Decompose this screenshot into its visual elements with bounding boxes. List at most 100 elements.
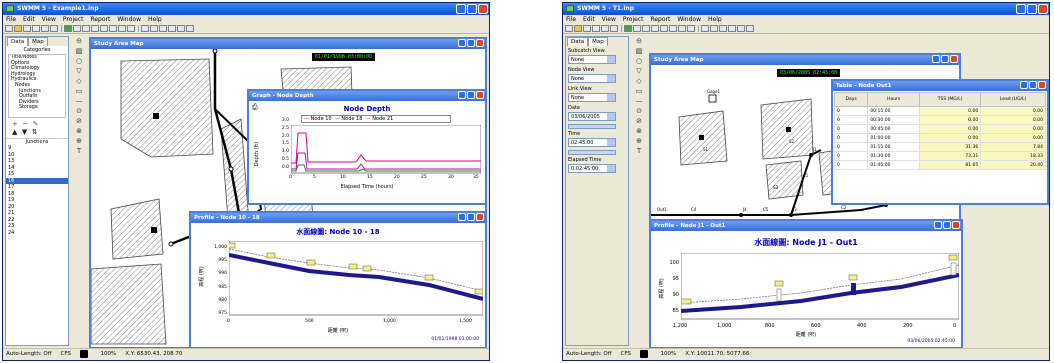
subcatchment-shape[interactable] (120, 58, 214, 158)
column-header[interactable]: Hours (867, 92, 921, 107)
menu-help[interactable]: Help (148, 16, 162, 23)
dropdown-arrow-icon[interactable] (607, 113, 615, 120)
pan-icon[interactable] (719, 25, 727, 32)
weir-tool-icon[interactable]: ⊗ (74, 127, 84, 136)
graph-icon[interactable] (91, 25, 99, 32)
dropdown-arrow-icon[interactable] (607, 94, 615, 101)
date-select[interactable]: 03/06/2005 (568, 112, 616, 121)
menu-project[interactable]: Project (623, 16, 644, 23)
node-view-select[interactable]: None (568, 74, 616, 83)
conduit-tool-icon[interactable]: — (634, 97, 644, 106)
table-row[interactable]: 0 00:15:00 0.00 0.00 (833, 106, 1046, 116)
conduit-path[interactable] (790, 204, 887, 216)
minimize-button[interactable] (932, 55, 940, 63)
close-button[interactable] (952, 221, 960, 229)
tree-item[interactable]: Storage (11, 105, 65, 111)
dropdown-arrow-icon[interactable] (607, 75, 615, 82)
copy-icon[interactable] (41, 25, 49, 32)
junction-node[interactable] (789, 213, 793, 217)
close-button[interactable] (1038, 4, 1048, 14)
maximize-button[interactable] (467, 213, 475, 221)
subcatchment-shape[interactable] (91, 263, 167, 345)
auto-length-status[interactable]: Auto-Length: Off (566, 351, 612, 357)
menu-report[interactable]: Report (90, 16, 110, 23)
maximize-button[interactable] (941, 55, 949, 63)
vertex-icon[interactable] (150, 25, 158, 32)
subcatchment-tool-icon[interactable]: ▨ (74, 47, 84, 56)
orifice-tool-icon[interactable]: ⊘ (74, 117, 84, 126)
minimize-button[interactable] (456, 4, 466, 14)
time-select[interactable]: 02:45:00 (568, 138, 616, 147)
print-icon[interactable] (592, 25, 600, 32)
print-icon[interactable] (32, 25, 40, 32)
table-row[interactable]: 0 01:15:00 31.36 7.84 (833, 142, 1046, 152)
maximize-button[interactable] (943, 221, 951, 229)
maximize-button[interactable] (1029, 81, 1037, 89)
storage-tool-icon[interactable]: ▭ (74, 87, 84, 96)
junction-tool-icon[interactable]: ○ (634, 57, 644, 66)
stats-icon[interactable] (669, 25, 677, 32)
up-icon[interactable]: ▲ (12, 128, 17, 136)
menu-file[interactable]: File (566, 16, 576, 23)
open-icon[interactable] (14, 25, 22, 32)
junction-tool-icon[interactable]: ○ (74, 57, 84, 66)
find-icon[interactable] (610, 25, 618, 32)
spinner-icon[interactable] (607, 165, 615, 172)
minimize-button[interactable] (458, 39, 466, 47)
maximize-button[interactable] (467, 4, 477, 14)
rain-gage-tool-icon[interactable]: ⊖ (634, 37, 644, 46)
conduit-tool-icon[interactable]: — (74, 97, 84, 106)
menu-help[interactable]: Help (708, 16, 722, 23)
options-icon[interactable] (678, 25, 686, 32)
label-tool-icon[interactable]: T (74, 147, 84, 156)
find-icon[interactable] (50, 25, 58, 32)
zoom-in-icon[interactable] (728, 25, 736, 32)
table-row[interactable]: 0 00:45:00 0.00 0.00 (833, 124, 1046, 134)
menu-edit[interactable]: Edit (23, 16, 35, 23)
outfall-tool-icon[interactable]: ▽ (74, 67, 84, 76)
edit-icon[interactable]: ✎ (33, 120, 39, 128)
full-extent-icon[interactable] (186, 25, 194, 32)
divider-tool-icon[interactable]: ◇ (74, 77, 84, 86)
junction-node[interactable] (212, 49, 218, 54)
menu-report[interactable]: Report (650, 16, 670, 23)
minimize-button[interactable] (934, 221, 942, 229)
close-button[interactable] (476, 213, 484, 221)
column-header[interactable]: TSS (MG/L) (919, 92, 982, 107)
outlet-tool-icon[interactable]: ⊕ (74, 137, 84, 146)
delete-icon[interactable]: − (22, 120, 28, 128)
auto-length-status[interactable]: Auto-Length: Off (6, 351, 52, 357)
column-header[interactable]: Days (833, 92, 869, 107)
time-scrollbar[interactable] (568, 150, 616, 155)
label-tool-icon[interactable]: T (634, 147, 644, 156)
divider-tool-icon[interactable]: ◇ (634, 77, 644, 86)
report-icon[interactable] (633, 25, 641, 32)
save-icon[interactable] (583, 25, 591, 32)
close-button[interactable] (476, 91, 484, 99)
sort-icon[interactable]: ⇅ (32, 128, 38, 136)
stats-icon[interactable] (109, 25, 117, 32)
pump-tool-icon[interactable]: ⊙ (74, 107, 84, 116)
close-button[interactable] (476, 39, 484, 47)
zoom-out-icon[interactable] (177, 25, 185, 32)
select-icon[interactable] (701, 25, 709, 32)
subcatch-view-select[interactable]: None (568, 55, 616, 64)
date-scrollbar[interactable] (568, 124, 616, 129)
zoom-out-icon[interactable] (737, 25, 745, 32)
junction-node[interactable] (168, 241, 174, 247)
graph-icon[interactable] (651, 25, 659, 32)
tab-map[interactable]: Map (588, 37, 608, 46)
down-icon[interactable]: ▼ (22, 128, 27, 136)
junction-node[interactable] (809, 153, 813, 157)
link-view-select[interactable]: None (568, 93, 616, 102)
new-icon[interactable] (5, 25, 13, 32)
profile-icon[interactable] (642, 25, 650, 32)
table-icon[interactable] (660, 25, 668, 32)
legend-icon[interactable] (687, 25, 695, 32)
maximize-button[interactable] (1027, 4, 1037, 14)
table-row[interactable]: 0 01:00:00 0.00 0.00 (833, 133, 1046, 143)
menu-window[interactable]: Window (677, 16, 701, 23)
junction-node[interactable] (739, 213, 743, 217)
subcatchment-tool-icon[interactable]: ▨ (634, 47, 644, 56)
run-icon[interactable] (624, 25, 632, 32)
